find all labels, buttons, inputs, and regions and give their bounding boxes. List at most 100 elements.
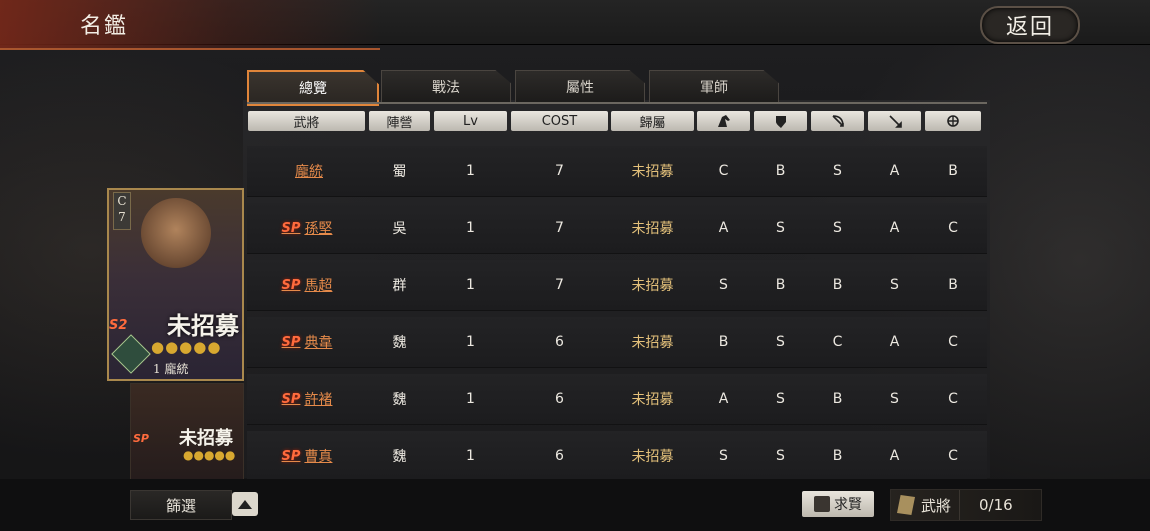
general-name[interactable]: SP 曹真 [247, 431, 367, 481]
col-cost[interactable]: COST [511, 111, 608, 131]
col-bow[interactable] [811, 111, 864, 131]
table-row[interactable]: SP 曹真 魏 1 6 未招募 S S B A C [247, 431, 987, 480]
general-name[interactable]: SP 孫堅 [247, 203, 367, 253]
cost: 6 [555, 391, 564, 407]
cost: 7 [555, 163, 564, 179]
tab-attributes[interactable]: 屬性 [515, 70, 645, 103]
divider [959, 490, 960, 520]
general-card-selected[interactable]: C7 未招募 S2 ●●●●● 1 龐統 [107, 188, 244, 381]
sp-tag: SP [281, 448, 301, 464]
card-stars: ●●●●● [151, 338, 222, 356]
grade-shield: S [776, 220, 785, 236]
table-row[interactable]: 龐統 蜀 1 7 未招募 C B S A B [247, 146, 987, 197]
grade-siege: B [948, 163, 958, 179]
grade-shield: S [776, 448, 785, 464]
tab-strategist[interactable]: 軍師 [649, 70, 779, 103]
grade-cavalry: A [718, 220, 729, 236]
card2-status-stamp: 未招募 [179, 428, 233, 449]
lv: 1 [466, 334, 475, 350]
tab-bar: 總覽 戰法 屬性 軍師 [247, 70, 787, 106]
grade-shield: S [776, 391, 785, 407]
sort-up-button[interactable] [232, 492, 258, 516]
col-general[interactable]: 武將 [248, 111, 365, 131]
recruit-icon [814, 496, 830, 512]
card-level-name: 1 龐統 [153, 362, 189, 376]
faction: 魏 [392, 449, 407, 465]
general-name[interactable]: SP 典韋 [247, 317, 367, 367]
general-name[interactable]: 龐統 [247, 146, 367, 196]
col-belong[interactable]: 歸屬 [611, 111, 694, 131]
grade-cavalry: S [719, 277, 728, 293]
top-bar: 名鑑 返回 [0, 0, 1150, 50]
grade-spear: S [890, 391, 899, 407]
lv: 1 [466, 391, 475, 407]
general-name-text: 許褚 [304, 392, 333, 408]
generals-count: 0/16 [979, 496, 1013, 514]
table-row[interactable]: SP 典韋 魏 1 6 未招募 B S C A C [247, 317, 987, 368]
grade-spear: A [889, 163, 900, 179]
cost: 7 [555, 277, 564, 293]
table-row[interactable]: SP 馬超 群 1 7 未招募 S B B S B [247, 260, 987, 311]
belong: 未招募 [631, 392, 674, 408]
grade-bow: B [832, 391, 843, 407]
general-name[interactable]: SP 馬超 [247, 260, 367, 310]
lv: 1 [466, 277, 475, 293]
grade-spear: A [889, 334, 900, 350]
grade-spear: S [890, 277, 899, 293]
col-cavalry[interactable] [697, 111, 750, 131]
card-sp-tag: S2 [109, 318, 128, 333]
col-spear[interactable] [868, 111, 921, 131]
spear-icon [888, 115, 902, 128]
shield-icon [775, 116, 786, 128]
page-title: 名鑑 [80, 14, 129, 39]
grade-shield: B [775, 163, 786, 179]
table-row[interactable]: SP 許褚 魏 1 6 未招募 A S B S C [247, 374, 987, 425]
general-name[interactable]: SP 許褚 [247, 374, 367, 424]
faction: 魏 [392, 392, 407, 408]
title-glow [0, 0, 380, 50]
faction-badge-icon [111, 334, 151, 374]
col-lv[interactable]: Lv [434, 111, 507, 131]
belong: 未招募 [631, 164, 674, 180]
general-name-text: 龐統 [295, 164, 323, 180]
grade-shield: S [776, 334, 785, 350]
general-card[interactable]: SP 未招募 ●●●●● [130, 383, 244, 481]
back-button[interactable]: 返回 [980, 6, 1080, 44]
generals-icon [897, 495, 915, 515]
col-shield[interactable] [754, 111, 807, 131]
bow-icon [831, 115, 844, 127]
filter-button[interactable]: 篩選 [130, 490, 232, 520]
triangle-up-icon [238, 499, 252, 509]
sp-tag: SP [281, 334, 301, 350]
grade-siege: C [948, 391, 958, 407]
general-portrait [141, 198, 211, 268]
cost: 6 [555, 448, 564, 464]
grade-cavalry: A [718, 391, 729, 407]
grade-spear: A [889, 220, 900, 236]
grade-bow: B [832, 448, 843, 464]
siege-icon [947, 115, 959, 127]
tab-overview[interactable]: 總覽 [247, 70, 379, 106]
grade-bow: C [832, 334, 843, 350]
tab-tactics[interactable]: 戰法 [381, 70, 511, 103]
grade-siege: C [948, 334, 958, 350]
grade-siege: C [948, 220, 958, 236]
card2-stars: ●●●●● [183, 448, 236, 462]
back-label: 返回 [1005, 15, 1054, 40]
grade-cavalry: B [718, 334, 729, 350]
table-row[interactable]: SP 孫堅 吳 1 7 未招募 A S S A C [247, 203, 987, 254]
grade-cavalry: C [718, 163, 729, 179]
cost: 7 [555, 220, 564, 236]
faction: 群 [392, 278, 407, 294]
grade-siege: C [948, 448, 958, 464]
cost: 6 [555, 334, 564, 350]
cavalry-icon [717, 115, 730, 127]
recruit-label: 求賢 [834, 497, 862, 513]
lv: 1 [466, 163, 475, 179]
card-status-stamp: 未招募 [167, 311, 239, 340]
col-faction[interactable]: 陣營 [369, 111, 430, 131]
card-cost: C7 [113, 192, 131, 230]
col-siege[interactable] [925, 111, 981, 131]
grade-cavalry: S [719, 448, 728, 464]
recruit-button[interactable]: 求賢 [802, 491, 874, 517]
